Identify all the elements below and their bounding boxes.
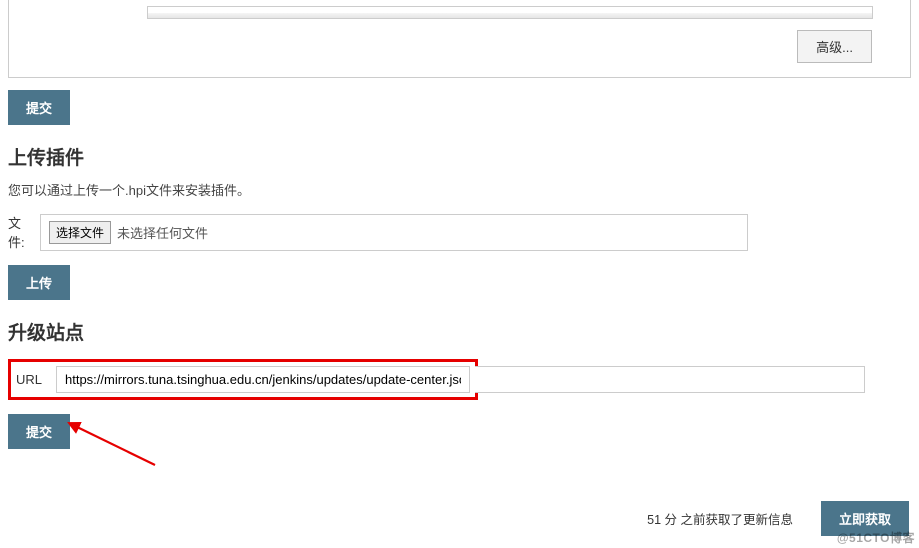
choose-file-button[interactable]: 选择文件 [49,221,111,244]
textarea-resize-grip[interactable] [147,13,873,19]
advanced-button[interactable]: 高级... [797,30,872,63]
footer: 51 分 之前获取了更新信息 立即获取 [0,489,919,548]
submit-proxy-button[interactable]: 提交 [8,90,70,125]
no-file-text: 未选择任何文件 [117,223,208,242]
upgrade-site-title: 升级站点 [8,318,911,345]
submit-upgrade-button[interactable]: 提交 [8,414,70,449]
watermark-text: @51CTO博客 [837,529,915,546]
url-label: URL [16,372,56,387]
file-input[interactable]: 选择文件 未选择任何文件 [40,214,748,251]
url-input[interactable] [56,366,470,393]
upload-plugin-title: 上传插件 [8,143,911,170]
update-status-text: 51 分 之前获取了更新信息 [647,509,793,528]
upload-plugin-desc: 您可以通过上传一个.hpi文件来安装插件。 [8,180,911,199]
proxy-config-section: 高级... [8,0,911,78]
upload-button[interactable]: 上传 [8,265,70,300]
url-input-extension[interactable] [475,366,865,393]
url-highlight-box: URL [8,359,478,400]
file-label: 文件: [8,213,40,251]
